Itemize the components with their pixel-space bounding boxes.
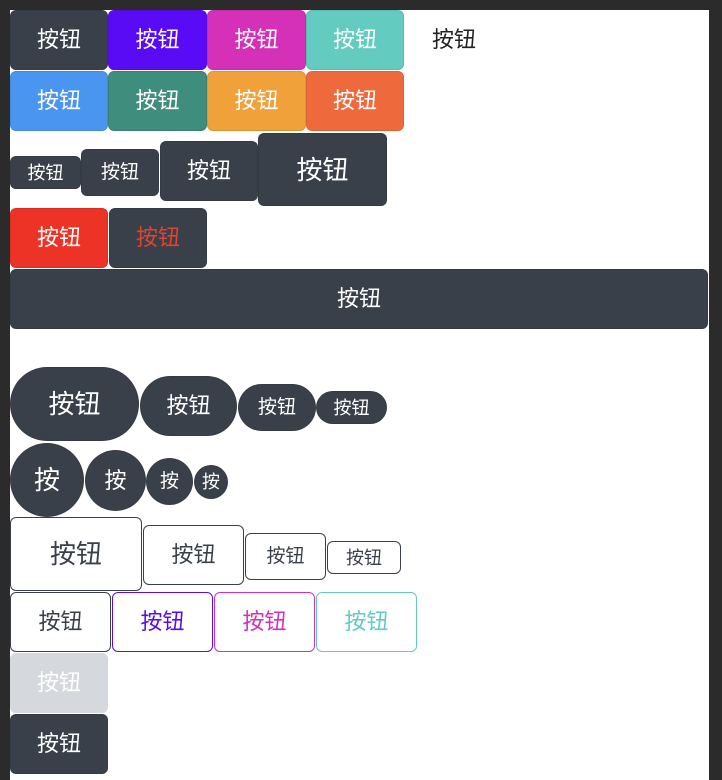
size-md-button[interactable]: 按钮 bbox=[160, 141, 258, 201]
outline-default-button[interactable]: 按钮 bbox=[10, 592, 111, 652]
size-lg-button[interactable]: 按钮 bbox=[258, 133, 387, 206]
theme-info-button[interactable]: 按钮 bbox=[306, 10, 404, 70]
window-frame-right bbox=[709, 0, 722, 780]
circle-xs-button[interactable]: 按 bbox=[194, 465, 228, 499]
outline-secondary-button[interactable]: 按钮 bbox=[214, 592, 315, 652]
theme-secondary-button[interactable]: 按钮 bbox=[207, 10, 306, 70]
circle-lg-button[interactable]: 按 bbox=[10, 443, 84, 517]
size-xs-button[interactable]: 按钮 bbox=[10, 156, 81, 189]
pill-xs-button[interactable]: 按钮 bbox=[316, 391, 387, 424]
window-frame-top bbox=[0, 0, 722, 10]
green-button[interactable]: 按钮 bbox=[108, 71, 207, 131]
theme-default-button[interactable]: 按钮 bbox=[10, 10, 108, 70]
text-button[interactable]: 按钮 bbox=[405, 10, 503, 70]
outline-info-button[interactable]: 按钮 bbox=[316, 592, 417, 652]
outline-sm-button[interactable]: 按钮 bbox=[245, 533, 326, 580]
theme-primary-button[interactable]: 按钮 bbox=[108, 10, 207, 70]
circle-md-button[interactable]: 按 bbox=[85, 450, 146, 511]
size-sm-button[interactable]: 按钮 bbox=[81, 149, 159, 196]
orange-red-button[interactable]: 按钮 bbox=[306, 71, 404, 131]
pill-sm-button[interactable]: 按钮 bbox=[238, 384, 316, 431]
orange-button[interactable]: 按钮 bbox=[207, 71, 306, 131]
outline-primary-button[interactable]: 按钮 bbox=[112, 592, 213, 652]
outline-lg-button[interactable]: 按钮 bbox=[10, 517, 142, 591]
outline-xs-button[interactable]: 按钮 bbox=[327, 541, 401, 574]
disabled-button[interactable]: 按钮 bbox=[10, 653, 108, 713]
pill-lg-button[interactable]: 按钮 bbox=[10, 367, 139, 441]
danger-text-button[interactable]: 按钮 bbox=[109, 208, 207, 268]
default-button[interactable]: 按钮 bbox=[10, 714, 108, 774]
blue-button[interactable]: 按钮 bbox=[10, 71, 108, 131]
danger-button[interactable]: 按钮 bbox=[10, 208, 108, 268]
pill-md-button[interactable]: 按钮 bbox=[140, 376, 237, 436]
outline-md-button[interactable]: 按钮 bbox=[143, 525, 244, 585]
circle-sm-button[interactable]: 按 bbox=[146, 458, 193, 505]
block-button[interactable]: 按钮 bbox=[10, 269, 708, 329]
window-frame-left bbox=[0, 0, 10, 780]
